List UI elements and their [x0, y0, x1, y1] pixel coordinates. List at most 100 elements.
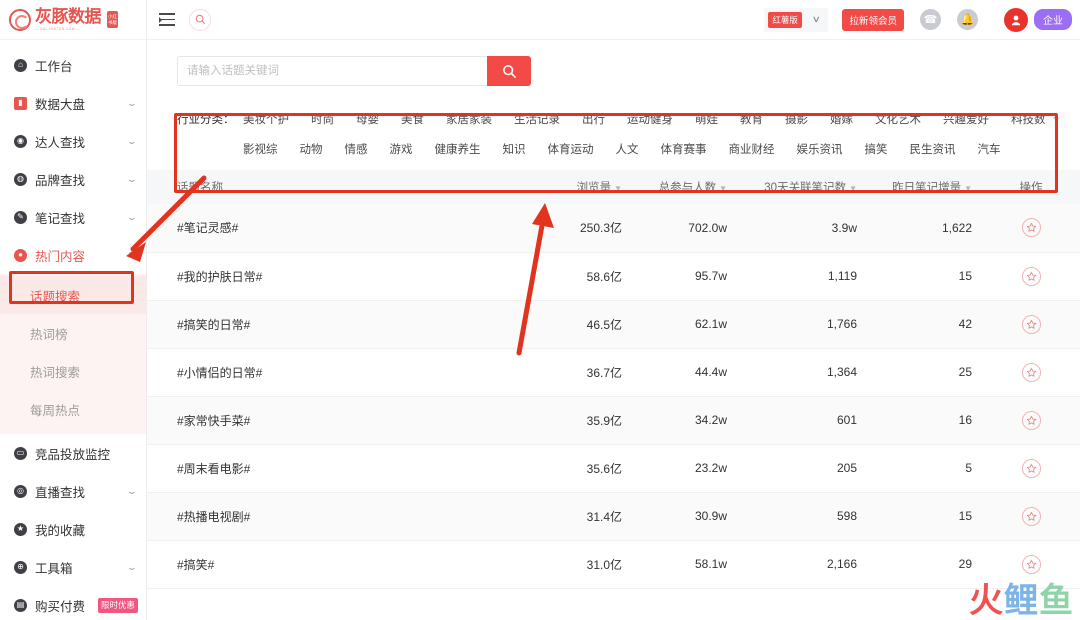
- star-circle-icon[interactable]: [1021, 314, 1041, 334]
- cell-delta: 25: [867, 348, 982, 397]
- sidebar-item-brand-search[interactable]: ◍ 品牌查找 ⌄: [0, 160, 146, 198]
- enterprise-badge[interactable]: 企业: [1034, 9, 1072, 30]
- industry-filter-tag[interactable]: 游戏: [390, 134, 413, 164]
- cell-name[interactable]: #周末看电影#: [147, 444, 542, 493]
- cell-name[interactable]: #热播电视剧#: [147, 492, 542, 541]
- cell-name[interactable]: #搞笑的日常#: [147, 300, 542, 349]
- industry-filter-tag[interactable]: 兴趣爱好: [943, 104, 989, 134]
- cell-notes30: 1,766: [737, 300, 867, 349]
- sidebar-item-purchase[interactable]: ▤ 购买付费 限时优惠: [0, 586, 146, 620]
- sidebar-item-label: 笔记查找: [35, 211, 86, 226]
- star-circle-icon[interactable]: [1021, 218, 1041, 238]
- topic-table: 话题名称 浏览量 ▼ 总参与人数 ▼ 30天关联笔记数 ▼ 昨日笔记增量 ▼ 操…: [147, 170, 1080, 589]
- industry-filter-tag[interactable]: 时尚: [311, 104, 334, 134]
- industry-filter-tag[interactable]: 美食: [401, 104, 424, 134]
- industry-filter-tag[interactable]: 婚嫁: [830, 104, 853, 134]
- industry-filter-tag[interactable]: 商业财经: [729, 134, 775, 164]
- star-circle-icon[interactable]: [1021, 458, 1041, 478]
- sidebar-item-my-favorites[interactable]: ★ 我的收藏: [0, 510, 146, 548]
- table-row[interactable]: #周末看电影# 35.6亿 23.2w 205 5: [147, 444, 1080, 493]
- header-search-icon[interactable]: [189, 8, 211, 31]
- table-row[interactable]: #家常快手菜# 35.9亿 34.2w 601 16: [147, 396, 1080, 445]
- sidebar-item-influencer-search[interactable]: ◉ 达人查找 ⌄: [0, 122, 146, 160]
- star-circle-icon[interactable]: [1021, 506, 1041, 526]
- industry-filter-tag[interactable]: 动物: [300, 134, 323, 164]
- industry-filter-tag[interactable]: 健康养生: [435, 134, 481, 164]
- version-selector[interactable]: 红薯版 ∨: [764, 7, 829, 32]
- sidebar-item-topic-search[interactable]: 话题搜索: [0, 276, 146, 314]
- bell-icon[interactable]: 🔔: [957, 9, 978, 30]
- cell-notes30: 3.9w: [737, 204, 867, 253]
- search-button[interactable]: [487, 56, 531, 86]
- industry-filter-tag[interactable]: 文化艺术: [875, 104, 921, 134]
- cell-delta: 15: [867, 492, 982, 541]
- industry-filter-tag[interactable]: 萌娃: [695, 104, 718, 134]
- star-circle-icon[interactable]: [1021, 410, 1041, 430]
- headset-icon[interactable]: ☎: [920, 9, 941, 30]
- industry-filter-tag[interactable]: 出行: [582, 104, 605, 134]
- industry-filter-tag[interactable]: 体育运动: [548, 134, 594, 164]
- sidebar-item-toolbox[interactable]: ⊕ 工具箱 ⌄: [0, 548, 146, 586]
- industry-filter-tag[interactable]: 知识: [503, 134, 526, 164]
- sidebar-item-weekly-hotspot[interactable]: 每周热点: [0, 390, 146, 428]
- avatar[interactable]: [1004, 7, 1028, 32]
- column-header-people[interactable]: 总参与人数 ▼: [632, 170, 737, 204]
- sidebar-nav: ⌂ 工作台 ▮ 数据大盘 ⌄ ◉ 达人查找 ⌄ ◍ 品牌查找 ⌄ ✎ 笔记查找: [0, 40, 146, 620]
- avatar-glyph: [1011, 15, 1021, 25]
- collapse-sidebar-icon[interactable]: [159, 13, 175, 26]
- main-area: 红薯版 ∨ 拉新领会员 ☎ 🔔 企业 请输入话题关键词 行业分类： 美妆个护 时…: [147, 0, 1080, 620]
- column-header-notes30[interactable]: 30天关联笔记数 ▼: [737, 170, 867, 204]
- star-circle-icon[interactable]: [1021, 362, 1041, 382]
- cell-name[interactable]: #笔记灵感#: [147, 204, 542, 253]
- star-circle-icon[interactable]: [1021, 266, 1041, 286]
- sidebar-item-data-overview[interactable]: ▮ 数据大盘 ⌄: [0, 84, 146, 122]
- sidebar-item-hot-word-search[interactable]: 热词搜索: [0, 352, 146, 390]
- cell-notes30: 598: [737, 492, 867, 541]
- industry-filter-tag[interactable]: 民生资讯: [910, 134, 956, 164]
- sidebar-item-live-search[interactable]: ◎ 直播查找 ⌄: [0, 472, 146, 510]
- invite-member-button[interactable]: 拉新领会员: [842, 8, 904, 31]
- cell-name[interactable]: #小情侣的日常#: [147, 348, 542, 397]
- app-logo[interactable]: 灰豚数据 — DAL.HUITUN.COM — 小红 书版: [0, 0, 146, 40]
- star-circle-icon[interactable]: [1021, 554, 1041, 574]
- industry-filter-tag[interactable]: 美妆个护: [243, 104, 289, 134]
- column-header-views[interactable]: 浏览量 ▼: [542, 170, 632, 204]
- sidebar-item-label: 购买付费: [35, 599, 86, 614]
- table-row[interactable]: #搞笑的日常# 46.5亿 62.1w 1,766 42: [147, 300, 1080, 349]
- industry-filter-tag[interactable]: 教育: [740, 104, 763, 134]
- industry-filter-tag[interactable]: 娱乐资讯: [797, 134, 843, 164]
- table-row[interactable]: #搞笑# 31.0亿 58.1w 2,166 29: [147, 540, 1080, 589]
- table-body: #笔记灵感# 250.3亿 702.0w 3.9w 1,622 #我的护肤日常# 58.6亿…: [147, 204, 1080, 589]
- table-row[interactable]: #笔记灵感# 250.3亿 702.0w 3.9w 1,622: [147, 204, 1080, 253]
- industry-filter-tag[interactable]: 母婴: [356, 104, 379, 134]
- sidebar-item-competitor-monitor[interactable]: ▭ 竞品投放监控: [0, 434, 146, 472]
- cell-name[interactable]: #我的护肤日常#: [147, 252, 542, 301]
- industry-filter-tag[interactable]: 家居家装: [446, 104, 492, 134]
- table-row[interactable]: #我的护肤日常# 58.6亿 95.7w 1,119 15: [147, 252, 1080, 301]
- table-row[interactable]: #热播电视剧# 31.4亿 30.9w 598 15: [147, 492, 1080, 541]
- industry-filter-tag[interactable]: 人文: [616, 134, 639, 164]
- sidebar-item-label: 工具箱: [35, 561, 73, 576]
- industry-filter-tag[interactable]: 生活记录: [514, 104, 560, 134]
- industry-filter-tag[interactable]: 体育赛事: [661, 134, 707, 164]
- industry-filter-tag[interactable]: 情感: [345, 134, 368, 164]
- cell-name[interactable]: #家常快手菜#: [147, 396, 542, 445]
- column-header-delta[interactable]: 昨日笔记增量 ▼: [867, 170, 982, 204]
- search-row: [147, 40, 1080, 96]
- sidebar-item-workbench[interactable]: ⌂ 工作台: [0, 46, 146, 84]
- sidebar-item-note-search[interactable]: ✎ 笔记查找 ⌄: [0, 198, 146, 236]
- column-label: 30天关联笔记数: [764, 182, 847, 194]
- table-row[interactable]: #小情侣的日常# 36.7亿 44.4w 1,364 25: [147, 348, 1080, 397]
- industry-filter-tag[interactable]: 影视综: [243, 134, 278, 164]
- industry-filter-tag[interactable]: 汽车: [978, 134, 1001, 164]
- chevron-up-icon[interactable]: ⌃: [1044, 112, 1068, 128]
- search-input[interactable]: [177, 56, 487, 86]
- industry-filter-tag[interactable]: 摄影: [785, 104, 808, 134]
- industry-filter-tag[interactable]: 搞笑: [865, 134, 888, 164]
- cell-name[interactable]: #搞笑#: [147, 540, 542, 589]
- sidebar-item-hot-word-rank[interactable]: 热词榜: [0, 314, 146, 352]
- home-icon: ⌂: [14, 58, 27, 72]
- sidebar-item-hot-content[interactable]: ● 热门内容 ⌃: [0, 236, 146, 274]
- user-search-icon: ◉: [14, 134, 27, 148]
- industry-filter-tag[interactable]: 运动健身: [627, 104, 673, 134]
